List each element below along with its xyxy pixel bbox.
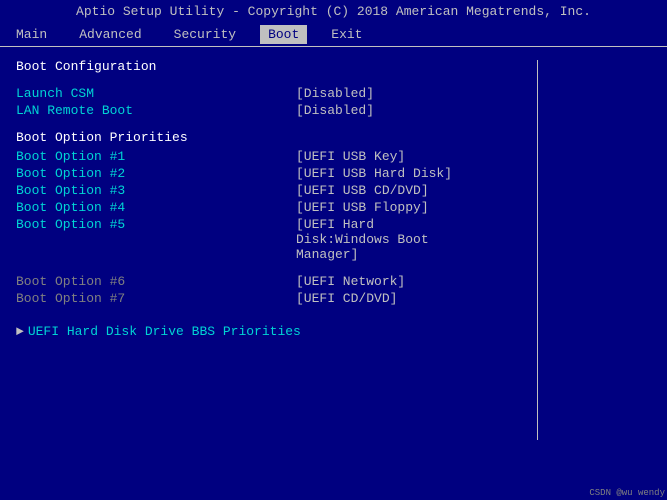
menu-item-security[interactable]: Security (166, 25, 244, 44)
lan-remote-boot-label[interactable]: LAN Remote Boot (16, 103, 296, 118)
boot-option-7-value[interactable]: [UEFI CD/DVD] (296, 291, 397, 306)
menu-bar: Main Advanced Security Boot Exit (0, 23, 667, 47)
launch-csm-value[interactable]: [Disabled] (296, 86, 374, 101)
title-bar: Aptio Setup Utility - Copyright (C) 2018… (0, 0, 667, 23)
menu-item-exit[interactable]: Exit (323, 25, 370, 44)
boot-option-2-label[interactable]: Boot Option #2 (16, 166, 296, 181)
boot-option-4-value[interactable]: [UEFI USB Floppy] (296, 200, 429, 215)
boot-option-5-label[interactable]: Boot Option #5 (16, 217, 296, 262)
boot-option-5-value[interactable]: [UEFI HardDisk:Windows BootManager] (296, 217, 429, 262)
boot-option-7-label[interactable]: Boot Option #7 (16, 291, 296, 306)
right-panel (537, 60, 667, 440)
boot-option-4-label[interactable]: Boot Option #4 (16, 200, 296, 215)
arrow-icon: ► (16, 324, 24, 339)
uefi-hdd-bbs-label[interactable]: UEFI Hard Disk Drive BBS Priorities (28, 324, 301, 339)
boot-option-6-label[interactable]: Boot Option #6 (16, 274, 296, 289)
watermark: CSDN @wu wendy (589, 488, 665, 498)
boot-option-3-label[interactable]: Boot Option #3 (16, 183, 296, 198)
menu-item-advanced[interactable]: Advanced (71, 25, 149, 44)
boot-option-3-value[interactable]: [UEFI USB CD/DVD] (296, 183, 429, 198)
title-text: Aptio Setup Utility - Copyright (C) 2018… (76, 4, 591, 19)
menu-item-main[interactable]: Main (8, 25, 55, 44)
lan-remote-boot-value[interactable]: [Disabled] (296, 103, 374, 118)
boot-option-6-value[interactable]: [UEFI Network] (296, 274, 405, 289)
menu-item-boot[interactable]: Boot (260, 25, 307, 44)
launch-csm-label[interactable]: Launch CSM (16, 86, 296, 101)
boot-option-1-label[interactable]: Boot Option #1 (16, 149, 296, 164)
boot-option-1-value[interactable]: [UEFI USB Key] (296, 149, 405, 164)
boot-option-2-value[interactable]: [UEFI USB Hard Disk] (296, 166, 452, 181)
